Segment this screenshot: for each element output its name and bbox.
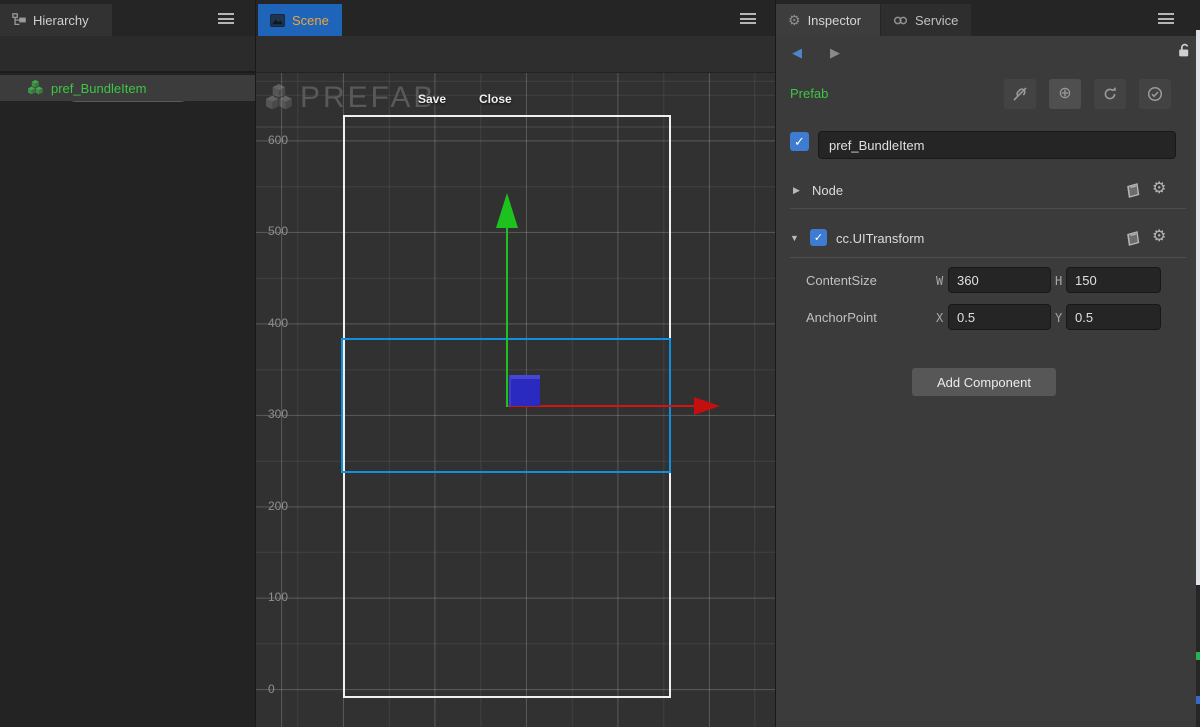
prefab-save-button[interactable]: Save [418, 92, 446, 106]
gear-icon: ⚙ [788, 13, 801, 27]
anchorpoint-x-input[interactable] [948, 304, 1051, 330]
add-component-button[interactable]: Add Component [912, 368, 1056, 396]
prefab-close-button[interactable]: Close [479, 92, 512, 106]
ruler-label: 400 [268, 316, 288, 330]
tree-item-pref-bundleitem[interactable]: pref_BundleItem [0, 75, 255, 101]
gizmo-y-arrowhead[interactable] [496, 193, 518, 228]
hierarchy-tabbar: Hierarchy [0, 0, 255, 36]
ruler-label: 200 [268, 499, 288, 513]
anchorpoint-y-input[interactable] [1066, 304, 1161, 330]
scene-menu-icon[interactable] [740, 13, 756, 24]
anchorpoint-label: AnchorPoint [806, 310, 877, 325]
section-divider [790, 208, 1186, 209]
gizmo-x-arrowhead[interactable] [694, 397, 720, 415]
docs-icon[interactable] [1124, 182, 1142, 199]
gear-icon[interactable]: ⚙ [1152, 229, 1166, 245]
scene-image-icon [270, 14, 285, 27]
scene-tab-label: Scene [292, 13, 329, 28]
unlink-icon [1012, 86, 1028, 102]
prefab-cube-icon [28, 80, 45, 97]
scene-tabbar: Scene [256, 0, 775, 36]
contentsize-label: ContentSize [806, 273, 877, 288]
link-icon [893, 15, 908, 26]
gizmo-anchor-handle[interactable] [509, 375, 540, 406]
uitransform-section-header[interactable]: cc.UITransform [836, 231, 924, 246]
contentsize-w-label: W [936, 274, 943, 288]
prefab-watermark-icon [266, 84, 296, 114]
uitransform-expand-arrow[interactable]: ▼ [790, 233, 799, 243]
contentsize-h-label: H [1055, 274, 1062, 288]
check-icon: ✓ [794, 134, 805, 150]
ruler-label: 100 [268, 590, 288, 604]
node-expand-arrow[interactable]: ▶ [793, 185, 800, 196]
inspector-menu-icon[interactable] [1158, 13, 1174, 24]
scene-toolbar: Default De... ▼ ▼ ⚙ ▼ [256, 36, 775, 73]
refresh-icon [1102, 86, 1118, 102]
add-component-label: Add Component [937, 375, 1031, 390]
check-icon: ✓ [814, 231, 823, 244]
history-back-button[interactable]: ◀ [792, 45, 802, 61]
background-window-edge [1196, 652, 1200, 660]
node-enabled-checkbox[interactable]: ✓ [790, 132, 809, 151]
prefab-badge: Prefab [790, 86, 828, 101]
section-divider [790, 257, 1186, 258]
ruler-label: 0 [268, 682, 275, 696]
inspector-tab-label: Inspector [808, 13, 861, 28]
tab-hierarchy[interactable]: Hierarchy [0, 4, 112, 36]
node-name-input[interactable] [818, 131, 1176, 159]
inspector-tabbar: ⚙ Inspector Service [776, 0, 1200, 36]
hierarchy-icon [12, 13, 26, 27]
history-forward-button[interactable]: ▶ [830, 45, 840, 61]
docs-icon[interactable] [1124, 230, 1142, 247]
anchorpoint-y-label: Y [1055, 311, 1062, 325]
gear-icon[interactable]: ⚙ [1152, 181, 1166, 197]
node-section-header[interactable]: Node [812, 183, 843, 198]
tree-item-label: pref_BundleItem [51, 81, 146, 96]
unlock-icon[interactable] [1176, 42, 1193, 59]
tab-service[interactable]: Service [881, 4, 971, 36]
unlink-prefab-button[interactable] [1004, 79, 1036, 109]
ruler-label: 500 [268, 224, 288, 238]
restore-prefab-button[interactable] [1094, 79, 1126, 109]
check-circle-icon [1147, 86, 1163, 102]
contentsize-w-input[interactable] [948, 267, 1051, 293]
inspector-panel: ⚙ Inspector Service ◀ ▶ Prefab [776, 0, 1200, 727]
ruler-label: 600 [268, 133, 288, 147]
tab-scene[interactable]: Scene [258, 4, 342, 36]
hierarchy-tab-label: Hierarchy [33, 13, 89, 28]
apply-prefab-button[interactable] [1139, 79, 1171, 109]
contentsize-h-input[interactable] [1066, 267, 1161, 293]
tab-inspector[interactable]: ⚙ Inspector [776, 4, 880, 36]
service-tab-label: Service [915, 13, 958, 28]
prefab-watermark-label: PREFAB [300, 81, 436, 115]
gizmo-y-axis[interactable] [506, 227, 508, 407]
ruler-label: 300 [268, 407, 288, 421]
scene-panel: Scene [256, 0, 776, 727]
hierarchy-toolbar: + ▼ [0, 36, 255, 73]
background-window-edge [1196, 696, 1200, 704]
crosshair-icon: ⊕ [1058, 86, 1071, 102]
anchorpoint-x-label: X [936, 311, 943, 325]
scene-viewport[interactable]: PREFAB Save Close 600 500 400 300 200 10… [256, 73, 775, 727]
uitransform-enabled-checkbox[interactable]: ✓ [810, 229, 827, 246]
hierarchy-panel: Hierarchy + ▼ [0, 0, 256, 727]
locate-prefab-asset-button[interactable]: ⊕ [1049, 79, 1081, 109]
hierarchy-menu-icon[interactable] [218, 13, 234, 24]
background-window-edge [1196, 30, 1200, 585]
